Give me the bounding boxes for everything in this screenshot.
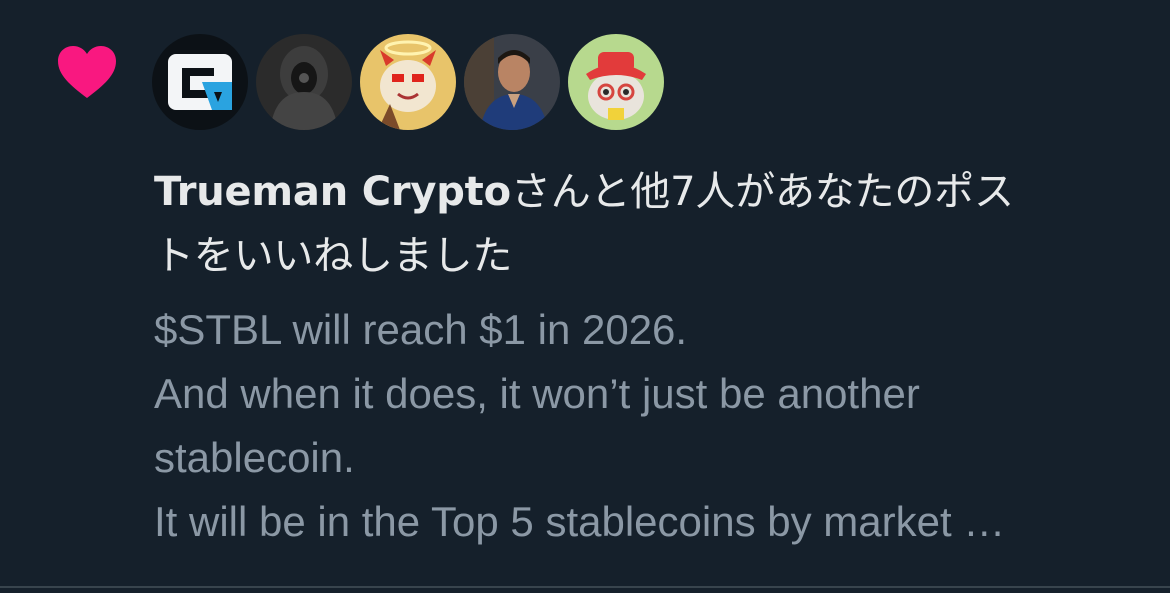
- post-preview-line: stablecoin.: [154, 434, 355, 481]
- avatar-trueman-crypto[interactable]: [152, 34, 248, 130]
- liker-name-link[interactable]: Trueman Crypto: [154, 169, 511, 215]
- post-preview-line: $STBL will reach $1 in 2026.: [154, 306, 688, 353]
- heart-icon: [58, 46, 116, 98]
- avatar-row: [152, 34, 664, 130]
- divider: [0, 586, 1170, 588]
- like-notification[interactable]: Trueman Cryptoさんと他7人があなたのポス トをいいねしました $S…: [0, 0, 1170, 586]
- notification-headline: Trueman Cryptoさんと他7人があなたのポス トをいいねしました: [154, 160, 1144, 288]
- avatar-cat-hat[interactable]: [568, 34, 664, 130]
- headline-text-line2: トをいいねしました: [154, 233, 513, 279]
- avatar-red-cartoon[interactable]: [360, 34, 456, 130]
- headline-text-line1: さんと他7人があなたのポス: [510, 169, 1014, 215]
- avatar-dark-hooded[interactable]: [256, 34, 352, 130]
- post-preview-line: And when it does, it won’t just be anoth…: [154, 370, 920, 417]
- post-preview[interactable]: $STBL will reach $1 in 2026. And when it…: [154, 298, 1154, 554]
- post-preview-line: It will be in the Top 5 stablecoins by m…: [154, 498, 1006, 545]
- avatar-man-photo[interactable]: [464, 34, 560, 130]
